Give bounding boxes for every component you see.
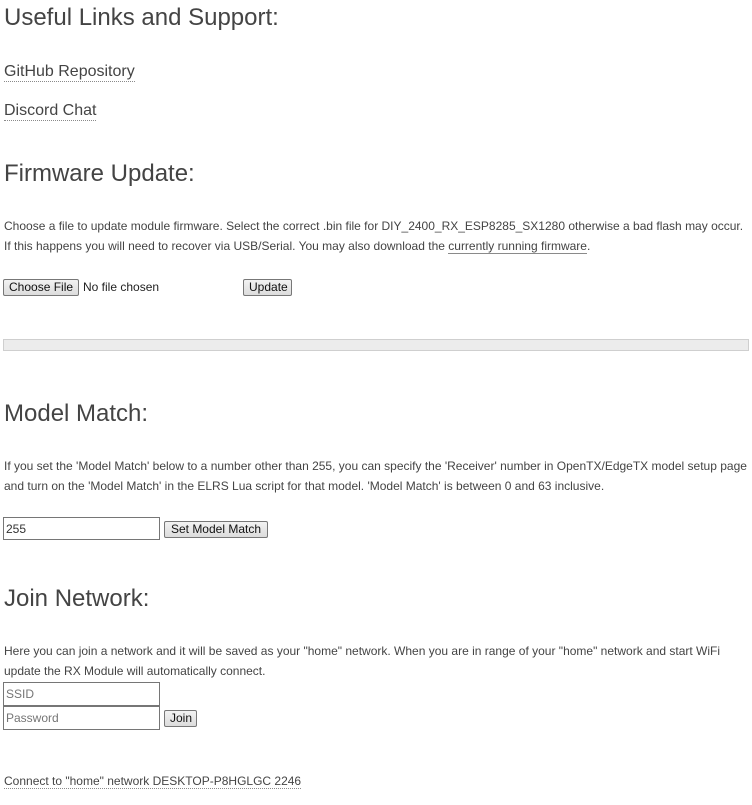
- currently-running-firmware-link[interactable]: currently running firmware: [448, 239, 587, 254]
- set-model-match-button[interactable]: Set Model Match: [164, 521, 268, 538]
- firmware-progress-bar: [3, 339, 749, 351]
- choose-file-button[interactable]: Choose File: [3, 279, 79, 296]
- join-button[interactable]: Join: [164, 710, 197, 727]
- firmware-description: Choose a file to update module firmware.…: [4, 216, 749, 256]
- github-repository-link[interactable]: GitHub Repository: [4, 62, 135, 82]
- password-input[interactable]: [3, 706, 160, 730]
- model-match-description: If you set the 'Model Match' below to a …: [4, 459, 747, 493]
- links-heading: Useful Links and Support:: [4, 4, 279, 31]
- discord-chat-link[interactable]: Discord Chat: [4, 101, 97, 121]
- no-file-chosen-text: No file chosen: [83, 280, 160, 294]
- page: Useful Links and Support: GitHub Reposit…: [0, 0, 752, 805]
- update-button[interactable]: Update: [243, 279, 292, 296]
- ssid-input[interactable]: [3, 682, 160, 706]
- firmware-description-end: .: [586, 239, 591, 253]
- firmware-heading: Firmware Update:: [4, 160, 195, 187]
- join-network-description: Here you can join a network and it will …: [4, 644, 721, 678]
- join-network-heading: Join Network:: [4, 585, 150, 612]
- model-match-input[interactable]: [3, 517, 160, 540]
- firmware-description-text: Choose a file to update module firmware.…: [4, 219, 744, 253]
- connect-home-network-link[interactable]: Connect to "home" network DESKTOP-P8HGLG…: [4, 774, 302, 789]
- model-match-heading: Model Match:: [4, 400, 149, 427]
